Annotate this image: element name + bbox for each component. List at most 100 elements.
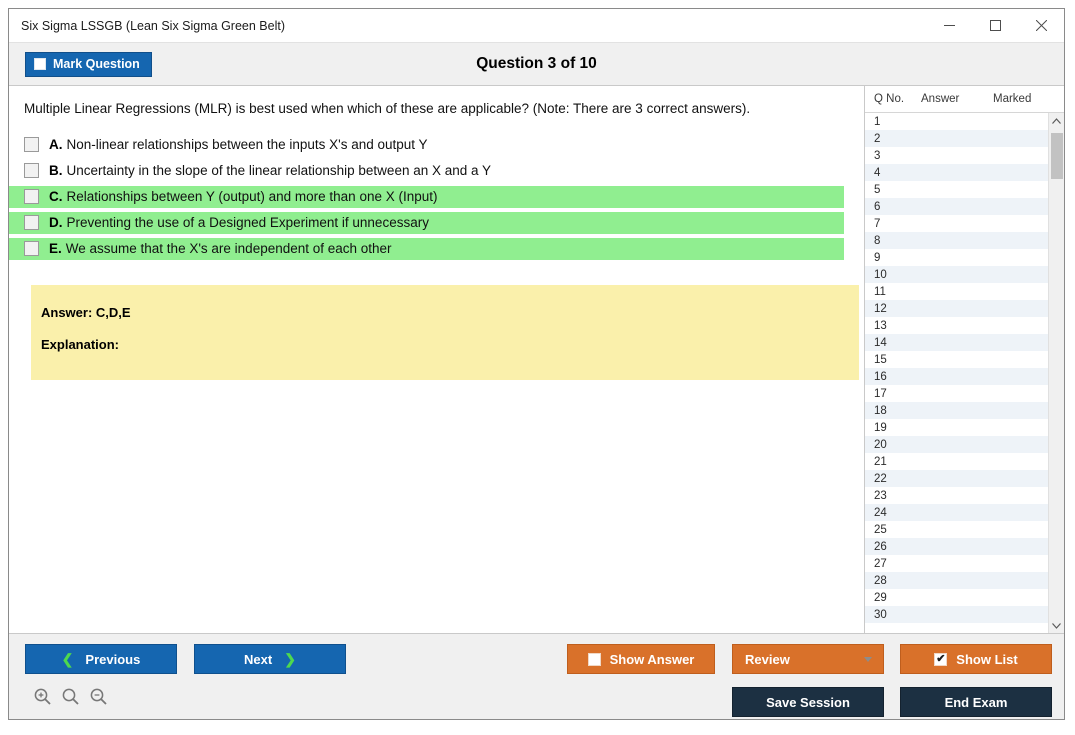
cell-qno: 4 [874, 166, 881, 179]
previous-label: Previous [85, 651, 141, 667]
zoom-out-button[interactable] [89, 687, 108, 711]
question-list-row[interactable]: 30 [865, 606, 1048, 623]
question-list-row[interactable]: 5 [865, 181, 1048, 198]
cell-qno: 29 [874, 591, 887, 604]
option-list: A. Non-linear relationships between the i… [9, 134, 864, 260]
zoom-reset-button[interactable] [61, 687, 80, 711]
option-letter: A. [49, 137, 63, 153]
question-list-row[interactable]: 8 [865, 232, 1048, 249]
window-title: Six Sigma LSSGB (Lean Six Sigma Green Be… [21, 18, 286, 33]
zoom-in-button[interactable] [33, 687, 52, 711]
show-list-checkbox[interactable]: ✔ [934, 652, 948, 666]
cell-qno: 7 [874, 217, 881, 230]
cell-qno: 30 [874, 608, 887, 621]
close-button[interactable] [1018, 9, 1064, 42]
question-list-row[interactable]: 23 [865, 487, 1048, 504]
window-controls [926, 9, 1064, 42]
question-list-row[interactable]: 9 [865, 249, 1048, 266]
option-letter: E. [49, 241, 62, 257]
answer-value: Answer: C,D,E [41, 304, 131, 320]
minimize-button[interactable] [926, 9, 972, 42]
question-list-row[interactable]: 22 [865, 470, 1048, 487]
scroll-down-button[interactable] [1049, 617, 1064, 633]
option-checkbox[interactable] [24, 215, 39, 231]
question-text: Multiple Linear Regressions (MLR) is bes… [24, 101, 751, 116]
question-list-row[interactable]: 13 [865, 317, 1048, 334]
show-list-label: Show List [956, 651, 1018, 667]
question-list-row[interactable]: 18 [865, 402, 1048, 419]
review-dropdown[interactable]: Review [732, 644, 884, 674]
question-list-row[interactable]: 11 [865, 283, 1048, 300]
end-exam-button[interactable]: End Exam [900, 687, 1052, 717]
question-list-row[interactable]: 4 [865, 164, 1048, 181]
cell-qno: 27 [874, 557, 887, 570]
end-exam-label: End Exam [944, 694, 1008, 710]
cell-qno: 9 [874, 251, 881, 264]
question-list-row[interactable]: 10 [865, 266, 1048, 283]
cell-qno: 8 [874, 234, 881, 247]
answer-panel: Answer: C,D,E Explanation: [31, 284, 859, 380]
question-list-row[interactable]: 12 [865, 300, 1048, 317]
chevron-left-icon: ❮ [61, 650, 74, 667]
question-list-row[interactable]: 25 [865, 521, 1048, 538]
mark-question-checkbox[interactable] [34, 58, 46, 70]
cell-qno: 6 [874, 200, 881, 213]
option-row[interactable]: D. Preventing the use of a Designed Exper… [9, 211, 844, 234]
save-session-button[interactable]: Save Session [732, 687, 884, 717]
option-letter: C. [49, 189, 63, 205]
question-list-row[interactable]: 19 [865, 419, 1048, 436]
question-list-body: 1 2 3 4 5 6 7 8 9 10 11 12 13 14 15 16 17 18 19 20 21 22 23 24 2… [865, 113, 1064, 633]
option-letter: D. [49, 215, 63, 231]
previous-button[interactable]: ❮ Previous [25, 644, 177, 674]
title-bar: Six Sigma LSSGB (Lean Six Sigma Green Be… [9, 9, 1064, 43]
question-list-row[interactable]: 27 [865, 555, 1048, 572]
minimize-icon [943, 25, 955, 26]
option-checkbox[interactable] [24, 189, 39, 205]
question-list-row[interactable]: 2 [865, 130, 1048, 147]
option-text: We assume that the X's are independent o… [65, 241, 392, 257]
question-list-row[interactable]: 6 [865, 198, 1048, 215]
question-list-row[interactable]: 7 [865, 215, 1048, 232]
scrollbar-thumb[interactable] [1051, 133, 1063, 179]
question-list-row[interactable]: 3 [865, 147, 1048, 164]
option-checkbox[interactable] [24, 137, 39, 153]
question-list-row[interactable]: 20 [865, 436, 1048, 453]
show-answer-checkbox[interactable] [587, 652, 601, 666]
option-text: Relationships between Y (output) and mor… [66, 189, 438, 205]
question-list-row[interactable]: 28 [865, 572, 1048, 589]
cell-qno: 16 [874, 370, 887, 383]
question-list-row[interactable]: 29 [865, 589, 1048, 606]
show-answer-button[interactable]: Show Answer [567, 644, 715, 674]
question-list-row[interactable]: 21 [865, 453, 1048, 470]
option-row[interactable]: C. Relationships between Y (output) and m… [9, 185, 844, 208]
cell-qno: 25 [874, 523, 887, 536]
scroll-up-button[interactable] [1049, 113, 1064, 129]
option-row[interactable]: A. Non-linear relationships between the i… [9, 134, 844, 156]
option-row[interactable]: B. Uncertainty in the slope of the linear… [9, 160, 844, 182]
question-list-row[interactable]: 1 [865, 113, 1048, 130]
scrollbar-track[interactable] [1049, 129, 1064, 617]
option-checkbox[interactable] [24, 241, 39, 257]
question-list-row[interactable]: 15 [865, 351, 1048, 368]
show-answer-label: Show Answer [609, 651, 695, 667]
question-list-row[interactable]: 26 [865, 538, 1048, 555]
maximize-button[interactable] [972, 9, 1018, 42]
mark-question-button[interactable]: Mark Question [25, 51, 152, 77]
cell-qno: 1 [874, 115, 881, 128]
question-list-scrollbar[interactable] [1048, 113, 1064, 633]
option-text: Non-linear relationships between the inp… [66, 137, 428, 153]
question-list-row[interactable]: 17 [865, 385, 1048, 402]
zoom-out-icon [90, 688, 107, 705]
option-row[interactable]: E. We assume that the X's are independent… [9, 237, 844, 260]
next-button[interactable]: Next ❯ [194, 644, 346, 674]
question-list-pane: Q No. Answer Marked 1 2 3 4 5 6 7 8 9 10 11 12 13 14 1… [864, 86, 1064, 633]
chevron-down-icon [864, 656, 872, 662]
cell-qno: 11 [874, 285, 886, 298]
column-header-answer: Answer [921, 93, 960, 105]
question-list-row[interactable]: 16 [865, 368, 1048, 385]
app-root: Six Sigma LSSGB (Lean Six Sigma Green Be… [0, 0, 1075, 735]
show-list-button[interactable]: ✔ Show List [900, 644, 1052, 674]
question-list-row[interactable]: 14 [865, 334, 1048, 351]
question-list-row[interactable]: 24 [865, 504, 1048, 521]
option-checkbox[interactable] [24, 163, 39, 179]
